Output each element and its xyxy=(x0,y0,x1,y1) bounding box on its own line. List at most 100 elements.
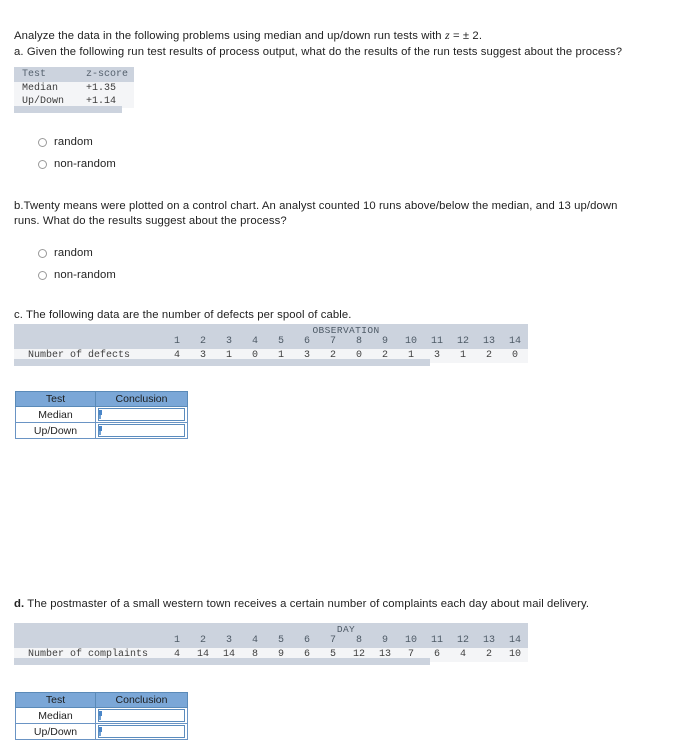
complaints-value-14: 10 xyxy=(502,648,528,662)
observation-col-13: 13 xyxy=(476,336,502,349)
part-c-observation-table: OBSERVATION 1 2 3 4 5 6 7 8 9 10 11 12 1… xyxy=(14,324,528,363)
day-col-10: 10 xyxy=(398,635,424,648)
table-row: Up/Down xyxy=(15,723,188,740)
intro-instruction: Analyze the data in the following proble… xyxy=(14,28,674,44)
zscore-header-row: Test z-score xyxy=(14,67,135,82)
radio-icon[interactable] xyxy=(38,159,47,169)
day-col-3: 3 xyxy=(216,635,242,648)
day-col-9: 9 xyxy=(372,635,398,648)
part-d-updown-conclusion-cell[interactable] xyxy=(95,723,188,740)
complaints-value-12: 4 xyxy=(450,648,476,662)
observation-col-14: 14 xyxy=(502,336,528,349)
part-c-row-median-label: Median xyxy=(15,406,96,423)
table-row: Median +1.35 xyxy=(14,82,135,95)
part-d-prompt: d. The postmaster of a small western tow… xyxy=(14,597,664,612)
observation-col-11: 11 xyxy=(424,336,450,349)
observation-group-header: OBSERVATION xyxy=(164,324,528,336)
part-c-median-conclusion-cell[interactable] xyxy=(95,406,188,423)
part-b-prompt: b.Twenty means were plotted on a control… xyxy=(14,200,618,227)
part-a-option-random-label: random xyxy=(54,136,93,148)
part-a-option-non-random-label: non-random xyxy=(54,158,116,170)
part-c-updown-conclusion-input[interactable] xyxy=(98,424,185,437)
day-col-13: 13 xyxy=(476,635,502,648)
day-col-14: 14 xyxy=(502,635,528,648)
part-a-zscore-table: Test z-score Median +1.35 Up/Down +1.14 xyxy=(14,67,135,108)
part-d-conclusion-table: Test Conclusion Median Up/Down xyxy=(15,692,188,740)
zscore-row-median-label: Median xyxy=(22,83,59,94)
complaints-value-13: 2 xyxy=(476,648,502,662)
conclusion-header-row: Test Conclusion xyxy=(15,692,188,708)
part-d-median-conclusion-input[interactable] xyxy=(98,709,185,722)
part-a-table-footer-band xyxy=(14,106,122,113)
part-a-prompt: a. Given the following run test results … xyxy=(14,46,623,58)
day-col-4: 4 xyxy=(242,635,268,648)
day-col-6: 6 xyxy=(294,635,320,648)
day-col-5: 5 xyxy=(268,635,294,648)
observation-col-10: 10 xyxy=(398,336,424,349)
part-c-conclusion-header-conclusion: Conclusion xyxy=(95,391,188,407)
observation-group-header-row: OBSERVATION xyxy=(14,324,528,336)
day-col-8: 8 xyxy=(346,635,372,648)
observation-col-6: 6 xyxy=(294,336,320,349)
part-d-prompt-text: The postmaster of a small western town r… xyxy=(24,598,590,610)
defects-value-14: 0 xyxy=(502,349,528,363)
part-d-conclusion-header-conclusion: Conclusion xyxy=(95,692,188,708)
part-c-conclusion-table: Test Conclusion Median Up/Down xyxy=(15,391,188,439)
worksheet-page: Analyze the data in the following proble… xyxy=(0,0,692,756)
part-c-row-updown-label: Up/Down xyxy=(15,422,96,439)
part-b-option-random-label: random xyxy=(54,247,93,259)
observation-col-5: 5 xyxy=(268,336,294,349)
part-d-day-table: DAY 1 2 3 4 5 6 7 8 9 10 11 12 13 14 Num… xyxy=(14,623,528,662)
day-col-11: 11 xyxy=(424,635,450,648)
observation-group-spacer xyxy=(14,324,164,336)
day-group-header: DAY xyxy=(164,623,528,635)
part-b-radio-group[interactable]: random non-random xyxy=(38,244,116,288)
day-col-1: 1 xyxy=(164,635,190,648)
part-d-row-median-label: Median xyxy=(15,707,96,724)
part-b-option-non-random-label: non-random xyxy=(54,269,116,281)
observation-col-7: 7 xyxy=(320,336,346,349)
part-a-radio-group[interactable]: random non-random xyxy=(38,133,116,177)
observation-col-12: 12 xyxy=(450,336,476,349)
radio-icon[interactable] xyxy=(38,137,47,147)
observation-col-4: 4 xyxy=(242,336,268,349)
day-col-7: 7 xyxy=(320,635,346,648)
part-d-table-footer-band xyxy=(14,658,430,665)
day-column-header-row: 1 2 3 4 5 6 7 8 9 10 11 12 13 14 xyxy=(14,635,528,648)
zscore-header-test: Test xyxy=(22,69,47,80)
defects-value-13: 2 xyxy=(476,349,502,363)
radio-icon[interactable] xyxy=(38,270,47,280)
part-c-table-footer-band xyxy=(14,359,430,366)
part-d-median-conclusion-cell[interactable] xyxy=(95,707,188,724)
table-row: Up/Down xyxy=(15,422,188,439)
zscore-row-median-value: +1.35 xyxy=(86,83,117,94)
part-a-option-non-random[interactable]: non-random xyxy=(38,155,116,173)
intro-text-after: = ± 2. xyxy=(449,30,483,42)
day-group-spacer xyxy=(14,623,164,635)
observation-col-2: 2 xyxy=(190,336,216,349)
day-group-header-row: DAY xyxy=(14,623,528,635)
observation-header-spacer xyxy=(14,336,164,349)
part-d-updown-conclusion-input[interactable] xyxy=(98,725,185,738)
part-b-option-non-random[interactable]: non-random xyxy=(38,266,116,284)
defects-value-12: 1 xyxy=(450,349,476,363)
observation-col-3: 3 xyxy=(216,336,242,349)
day-col-2: 2 xyxy=(190,635,216,648)
intro-text-before: Analyze the data in the following proble… xyxy=(14,30,445,42)
part-c-median-conclusion-input[interactable] xyxy=(98,408,185,421)
part-a-option-random[interactable]: random xyxy=(38,133,116,151)
part-c-conclusion-header-test: Test xyxy=(15,391,96,407)
observation-col-1: 1 xyxy=(164,336,190,349)
part-d-row-updown-label: Up/Down xyxy=(15,723,96,740)
conclusion-header-row: Test Conclusion xyxy=(15,391,188,407)
observation-column-header-row: 1 2 3 4 5 6 7 8 9 10 11 12 13 14 xyxy=(14,336,528,349)
observation-col-9: 9 xyxy=(372,336,398,349)
table-row: Median xyxy=(15,707,188,724)
day-header-spacer xyxy=(14,635,164,648)
radio-icon[interactable] xyxy=(38,248,47,258)
part-d-conclusion-header-test: Test xyxy=(15,692,96,708)
zscore-header-zscore: z-score xyxy=(86,69,129,80)
part-b-option-random[interactable]: random xyxy=(38,244,116,262)
part-c-updown-conclusion-cell[interactable] xyxy=(95,422,188,439)
part-c-prompt: c. The following data are the number of … xyxy=(14,309,352,321)
